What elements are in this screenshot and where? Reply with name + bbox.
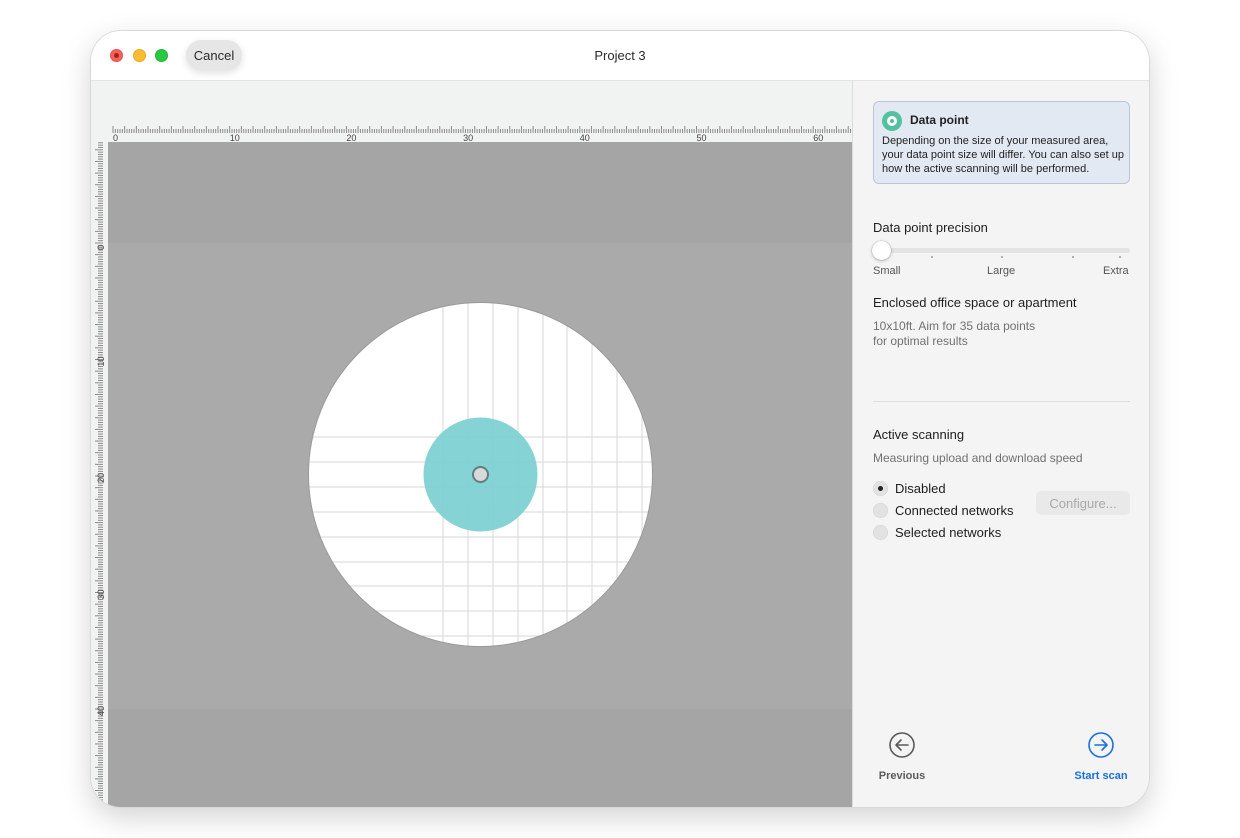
radio-button[interactable] [873,503,888,518]
data-point-marker[interactable] [472,466,489,483]
ruler-label: 20 [96,473,106,483]
slider-tick [1072,256,1074,258]
precision-label-small: Small [873,265,901,277]
scanning-subtitle: Measuring upload and download speed [873,451,1083,465]
area-description-line2: for optimal results [873,334,968,348]
horizontal-ruler: 0 10 20 30 40 50 60 [112,126,852,142]
ruler-label: 0 [96,245,106,250]
data-point-icon [882,111,902,131]
settings-sidebar: Data point Depending on the size of your… [852,81,1149,807]
radio-label: Connected networks [895,503,1014,518]
slider-tick [931,256,933,258]
data-point-info-card: Data point Depending on the size of your… [873,101,1130,184]
ruler-label: 20 [346,133,356,142]
radio-label: Selected networks [895,525,1002,540]
title-bar: Cancel Project 3 [91,31,1149,81]
ruler-label: 10 [230,133,240,142]
precision-label-extra: Extra [1103,265,1129,277]
ruler-label: 40 [580,133,590,142]
precision-slider-knob[interactable] [872,241,891,260]
radio-label: Disabled [895,481,946,496]
info-card-title: Data point [910,113,969,127]
ruler-label: 60 [813,133,823,142]
previous-label: Previous [878,770,926,782]
scanning-title: Active scanning [873,427,965,442]
scan-area-circle[interactable] [308,302,653,647]
configure-button[interactable]: Configure... [1036,491,1130,515]
slider-tick [1119,256,1121,258]
window-title: Project 3 [594,48,646,63]
slider-tick [1001,256,1003,258]
ruler-label: 50 [697,133,707,142]
radio-button[interactable] [873,481,888,496]
precision-label-large: Large [987,265,1016,277]
section-divider [873,401,1130,402]
precision-slider-track[interactable] [873,248,1130,253]
radio-selected-networks[interactable]: Selected networks [873,524,1073,542]
ruler-label: 30 [463,133,473,142]
area-title: Enclosed office space or apartment [873,295,1077,310]
floor-plan[interactable] [108,142,852,807]
arrow-left-circle-icon [889,732,915,758]
area-description-line1: 10x10ft. Aim for 35 data points [873,319,1036,333]
precision-title: Data point precision [873,220,988,235]
ruler-label: 40 [96,706,106,716]
arrow-right-circle-icon [1088,732,1114,758]
ruler-label: 10 [96,356,106,366]
info-card-body: Depending on the size of your measured a… [882,135,1124,175]
ruler-label: 30 [96,589,106,599]
radio-button[interactable] [873,525,888,540]
start-scan-button[interactable]: Start scan [1061,729,1141,789]
start-scan-label: Start scan [1074,770,1128,782]
floor-plan-canvas: 0 10 20 30 40 50 60 0 10 20 30 40 [91,81,852,807]
previous-button[interactable]: Previous [862,729,942,789]
ruler-label: 0 [113,133,118,142]
project-window: Cancel Project 3 0 10 20 30 40 50 60 0 10 20 30 40… [91,31,1149,807]
vertical-ruler: 0 10 20 30 40 [95,142,106,807]
